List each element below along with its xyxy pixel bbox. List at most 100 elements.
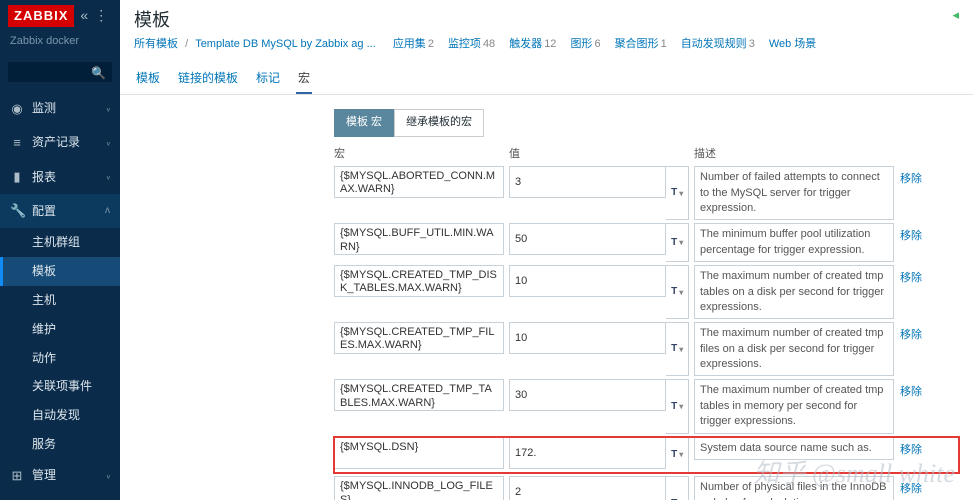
counter-num: 3 bbox=[749, 38, 755, 50]
page-title: 模板 bbox=[120, 0, 973, 37]
th-macro: 宏 bbox=[334, 147, 509, 162]
macro-value-input[interactable] bbox=[509, 437, 666, 469]
search-icon[interactable]: 🔍 bbox=[91, 65, 106, 82]
counter-link[interactable]: 监控项 bbox=[448, 38, 481, 50]
section-tab[interactable]: 链接的模板 bbox=[176, 65, 240, 95]
breadcrumb: 所有模板 / Template DB MySQL by Zabbix ag ..… bbox=[120, 37, 973, 58]
macro-tab[interactable]: 继承模板的宏 bbox=[394, 109, 484, 136]
macro-value-input[interactable] bbox=[509, 322, 666, 354]
nav-sub-item[interactable]: 模板 bbox=[0, 257, 120, 286]
remove-link[interactable]: 移除 bbox=[900, 272, 922, 284]
macro-row: {$MYSQL.INNODB_LOG_FILES} T Number of ph… bbox=[334, 476, 959, 500]
macro-value-input[interactable] bbox=[509, 265, 666, 297]
sidebar: ZABBIX « ⋮ Zabbix docker 🔍 ◉监测ᵥ≡资产记录ᵥ▮报表… bbox=[0, 0, 120, 500]
macro-desc[interactable]: The minimum buffer pool utilization perc… bbox=[694, 223, 894, 262]
chevron-icon: ᴧ bbox=[105, 204, 110, 218]
nav-item[interactable]: ⊞管理ᵥ bbox=[0, 459, 120, 493]
macro-name-input[interactable]: {$MYSQL.BUFF_UTIL.MIN.WARN} bbox=[334, 223, 504, 255]
nav-label: 资产记录 bbox=[32, 134, 80, 151]
remove-link[interactable]: 移除 bbox=[900, 329, 922, 341]
macro-row: {$MYSQL.CREATED_TMP_DISK_TABLES.MAX.WARN… bbox=[334, 265, 959, 319]
macro-desc[interactable]: System data source name such as . bbox=[694, 437, 894, 460]
type-button[interactable]: T bbox=[666, 322, 689, 376]
macro-value-input[interactable] bbox=[509, 379, 666, 411]
nav-icon: ≡ bbox=[10, 134, 24, 152]
macro-row: {$MYSQL.BUFF_UTIL.MIN.WARN} T The minimu… bbox=[334, 223, 959, 262]
nav-sub-item[interactable]: 动作 bbox=[0, 344, 120, 373]
macro-name-input[interactable]: {$MYSQL.CREATED_TMP_TABLES.MAX.WARN} bbox=[334, 379, 504, 411]
counter-num: 2 bbox=[428, 38, 434, 50]
counter-num: 6 bbox=[594, 38, 600, 50]
nav-sub-item[interactable]: 自动发现 bbox=[0, 401, 120, 430]
macro-name-input[interactable]: {$MYSQL.ABORTED_CONN.MAX.WARN} bbox=[334, 166, 504, 198]
type-button[interactable]: T bbox=[666, 166, 689, 220]
nav-label: 报表 bbox=[32, 169, 56, 186]
search-box: 🔍 bbox=[8, 62, 112, 82]
macro-row: {$MYSQL.CREATED_TMP_FILES.MAX.WARN} T Th… bbox=[334, 322, 959, 376]
remove-link[interactable]: 移除 bbox=[900, 444, 922, 456]
nav-icon: ⊞ bbox=[10, 467, 24, 485]
nav-icon: ◉ bbox=[10, 100, 24, 118]
bc-current[interactable]: Template DB MySQL by Zabbix ag ... bbox=[195, 38, 376, 50]
section-tab[interactable]: 宏 bbox=[296, 65, 312, 95]
macro-value-input[interactable] bbox=[509, 223, 666, 255]
nav-sub-item[interactable]: 主机群组 bbox=[0, 228, 120, 257]
nav-item[interactable]: ▮报表ᵥ bbox=[0, 160, 120, 194]
type-button[interactable]: T bbox=[666, 223, 689, 262]
counter-num: 1 bbox=[661, 38, 667, 50]
macro-desc[interactable]: The maximum number of created tmp tables… bbox=[694, 265, 894, 319]
remove-link[interactable]: 移除 bbox=[900, 173, 922, 185]
nav-item[interactable]: 🔧 配置 ᴧ bbox=[0, 194, 120, 228]
macro-name-input[interactable]: {$MYSQL.CREATED_TMP_FILES.MAX.WARN} bbox=[334, 322, 504, 354]
type-button[interactable]: T bbox=[666, 265, 689, 319]
nav-item[interactable]: ≡ 资产记录 ᵥ bbox=[0, 126, 120, 160]
counter-link[interactable]: 聚合图形 bbox=[615, 38, 659, 50]
macro-tab[interactable]: 模板 宏 bbox=[334, 109, 394, 136]
type-button[interactable]: T bbox=[666, 437, 689, 474]
macro-desc[interactable]: The maximum number of created tmp files … bbox=[694, 322, 894, 376]
th-val: 值 bbox=[509, 147, 694, 162]
macro-row: {$MYSQL.CREATED_TMP_TABLES.MAX.WARN} T T… bbox=[334, 379, 959, 433]
macro-row: {$MYSQL.ABORTED_CONN.MAX.WARN} T Number … bbox=[334, 166, 959, 220]
collapse-icon[interactable]: « bbox=[80, 6, 88, 26]
section-tab[interactable]: 模板 bbox=[134, 65, 162, 95]
macro-name-input[interactable]: {$MYSQL.CREATED_TMP_DISK_TABLES.MAX.WARN… bbox=[334, 265, 504, 297]
counter-link[interactable]: 触发器 bbox=[509, 38, 542, 50]
macro-value-input[interactable] bbox=[509, 166, 666, 198]
counter-link[interactable]: 应用集 bbox=[393, 38, 426, 50]
logo[interactable]: ZABBIX bbox=[8, 5, 74, 27]
nav-sub-item[interactable]: 维护 bbox=[0, 315, 120, 344]
macro-value-input[interactable] bbox=[509, 476, 666, 500]
type-button[interactable]: T bbox=[666, 476, 689, 500]
th-desc: 描述 bbox=[694, 147, 904, 162]
nav-item[interactable]: ◉监测ᵥ bbox=[0, 92, 120, 126]
nav-sub-item[interactable]: 主机 bbox=[0, 286, 120, 315]
macro-desc[interactable]: Number of physical files in the InnoDB r… bbox=[694, 476, 894, 500]
main: ◂ 模板 所有模板 / Template DB MySQL by Zabbix … bbox=[120, 0, 973, 500]
nav-label: 配置 bbox=[32, 203, 56, 220]
macro-desc[interactable]: Number of failed attempts to connect to … bbox=[694, 166, 894, 220]
macro-name-input[interactable]: {$MYSQL.DSN} bbox=[334, 437, 504, 469]
counter-link[interactable]: Web 场景 bbox=[769, 38, 816, 50]
type-button[interactable]: T bbox=[666, 379, 689, 433]
nav-sub-item[interactable]: 服务 bbox=[0, 430, 120, 459]
remove-link[interactable]: 移除 bbox=[900, 230, 922, 242]
bc-root[interactable]: 所有模板 bbox=[134, 38, 178, 50]
remove-link[interactable]: 移除 bbox=[900, 483, 922, 495]
counter-num: 48 bbox=[483, 38, 495, 50]
sub-brand: Zabbix docker bbox=[0, 32, 120, 57]
chevron-icon: ᵥ bbox=[107, 136, 110, 150]
section-tab[interactable]: 标记 bbox=[254, 65, 282, 95]
remove-link[interactable]: 移除 bbox=[900, 386, 922, 398]
nav-label: 管理 bbox=[32, 467, 56, 484]
counter-link[interactable]: 自动发现规则 bbox=[681, 38, 747, 50]
menu-icon[interactable]: ⋮ bbox=[94, 6, 108, 26]
nav-icon: 🔧 bbox=[10, 202, 24, 220]
macro-name-input[interactable]: {$MYSQL.INNODB_LOG_FILES} bbox=[334, 476, 504, 500]
counter-link[interactable]: 图形 bbox=[570, 38, 592, 50]
macro-desc[interactable]: The maximum number of created tmp tables… bbox=[694, 379, 894, 433]
macro-row: {$MYSQL.DSN} T System data source name s… bbox=[334, 437, 959, 474]
chevron-icon: ᵥ bbox=[107, 170, 110, 184]
nav-sub-item[interactable]: 关联项事件 bbox=[0, 372, 120, 401]
counter-num: 12 bbox=[544, 38, 556, 50]
